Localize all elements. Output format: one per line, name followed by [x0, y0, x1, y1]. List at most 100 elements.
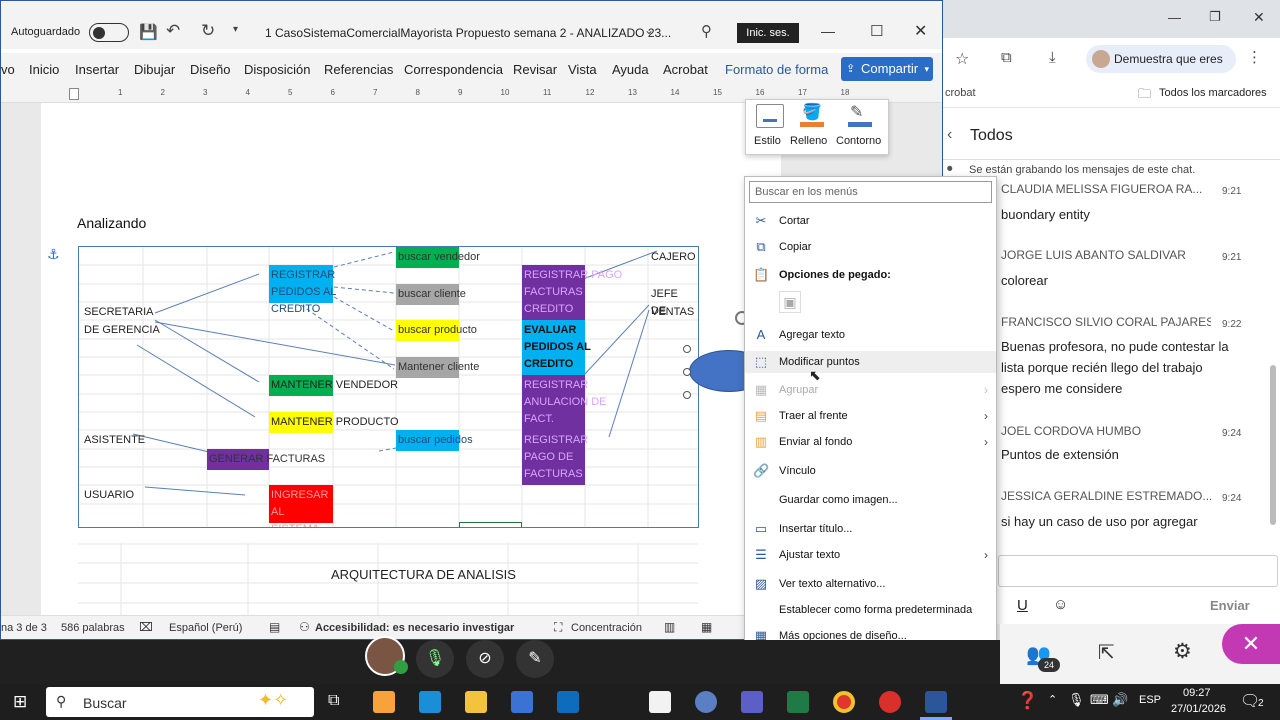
tab-archivo[interactable]: vo [1, 62, 15, 77]
style-label[interactable]: Estilo [754, 135, 781, 147]
cell-secretaria-2[interactable]: DE GERENCIA [82, 320, 162, 341]
focus-icon[interactable]: ⛶ [554, 620, 562, 635]
share-button[interactable]: ⇪ Compartir ▾ [841, 57, 933, 81]
cell-buscar-cliente[interactable]: buscar cliente [396, 284, 506, 305]
close-icon[interactable]: ✕ [1253, 9, 1265, 26]
menu-item-bring-to-front[interactable]: ▤ Traer al frente › [745, 406, 996, 426]
word-count[interactable]: 586 palabras [61, 622, 125, 634]
chat-scrollbar[interactable] [1269, 185, 1277, 530]
accessibility-icon[interactable]: ⚇ [299, 620, 310, 634]
resize-handle[interactable] [683, 368, 691, 376]
tab-vista[interactable]: Vista [568, 62, 597, 77]
style-icon[interactable] [756, 104, 784, 128]
tab-dibujar[interactable]: Dibujar [134, 62, 175, 77]
resize-handle[interactable] [683, 345, 691, 353]
cell-buscar-vendedor[interactable]: buscar vendedor [396, 247, 506, 268]
clock-date[interactable]: 27/01/2026 [1171, 703, 1226, 715]
fill-icon[interactable]: 🪣 [802, 102, 822, 122]
cell-registrar-pedidos[interactable]: REGISTRAR PEDIDOS AL CREDITO [269, 265, 379, 315]
save-icon[interactable]: 💾 [139, 23, 158, 41]
underline-icon[interactable]: U [1017, 597, 1028, 614]
menu-item-edit-points[interactable]: ⬚ Modificar puntos [745, 351, 996, 373]
annotate-icon[interactable]: ✎ [516, 640, 554, 678]
autosave-toggle[interactable] [89, 23, 129, 42]
outline-label[interactable]: Contorno [836, 135, 881, 147]
cell-jefe-2[interactable]: VENTAS [649, 302, 696, 323]
focus-mode-label[interactable]: Concentración [571, 622, 642, 634]
menu-item-insert-caption[interactable]: ▭ Insertar título... [745, 519, 996, 539]
read-mode-icon[interactable]: ▥ [664, 620, 675, 634]
menu-item-add-text[interactable]: A Agregar texto [745, 325, 996, 345]
menu-item-cut[interactable]: ✂ Cortar [745, 211, 996, 231]
share-icon[interactable]: ⇱ [1098, 640, 1115, 665]
tab-diseno[interactable]: Diseño [190, 62, 230, 77]
edge-icon[interactable] [419, 691, 441, 713]
tray-chevron-icon[interactable]: ⌃ [1048, 693, 1057, 706]
page-count[interactable]: na 3 de 3 [1, 622, 47, 634]
acrobat-icon[interactable] [879, 691, 901, 713]
tab-inicio[interactable]: Inicio [29, 62, 59, 77]
menu-item-wrap-text[interactable]: ☰ Ajustar texto › [745, 545, 996, 565]
teams-icon[interactable] [741, 691, 763, 713]
input-language[interactable]: ESP [1139, 694, 1161, 706]
settings-gear-icon[interactable]: ⚙ [1173, 639, 1192, 664]
volume-icon[interactable]: 🔊 [1112, 692, 1128, 708]
restore-icon[interactable]: ❐ [1209, 9, 1221, 25]
word-icon[interactable] [925, 691, 947, 713]
cell-buscar-pedidos[interactable]: buscar pedidos [396, 430, 473, 451]
tab-acrobat[interactable]: Acrobat [663, 62, 708, 77]
bookmark-acrobat[interactable]: crobat [945, 87, 976, 99]
cell-cajero[interactable]: CAJERO [649, 247, 698, 268]
task-view-icon[interactable]: ⧉ [328, 692, 339, 710]
cell-registrar-anulacion[interactable]: REGISTRAR ANULACION DE FACT. [522, 375, 637, 430]
file-explorer-icon[interactable] [465, 691, 487, 713]
minimize-icon[interactable]: — [821, 23, 835, 39]
windows-start-icon[interactable]: ⊞ [13, 692, 27, 712]
redo-icon[interactable]: ↻ [201, 21, 215, 41]
proofing-icon[interactable]: ⌧ [139, 620, 153, 634]
maximize-icon[interactable]: ☐ [870, 22, 883, 40]
menu-item-save-as-image[interactable]: Guardar como imagen... [745, 490, 996, 510]
leave-close-icon[interactable]: ✕ [1222, 624, 1280, 664]
cell-mantener-vendedor[interactable]: MANTENER VENDEDOR [269, 375, 399, 396]
cell-mantener-producto[interactable]: MANTENER PRODUCTO [269, 412, 399, 433]
tab-formato-de-forma[interactable]: Formato de forma [725, 62, 828, 77]
search-icon[interactable]: ⚲ [701, 22, 712, 40]
cell-buscar-producto[interactable]: buscar producto [396, 320, 506, 341]
paste-picture-icon[interactable]: ▣ [779, 291, 801, 313]
microphone-icon[interactable]: 🎙 [416, 640, 454, 678]
back-chevron-icon[interactable]: ‹ [947, 126, 952, 144]
accessibility-status[interactable]: Accesibilidad: es necesario investigar [315, 622, 514, 634]
all-bookmarks[interactable]: Todos los marcadores [1159, 87, 1267, 99]
title-chevron-icon[interactable]: ⌄ [644, 23, 654, 37]
network-icon[interactable]: ⌨ [1090, 692, 1109, 708]
more-options-icon[interactable]: ⋮ [1247, 48, 1262, 66]
star-icon[interactable]: ☆ [955, 49, 969, 69]
cell-evaluar-pedidos[interactable]: EVALUAR PEDIDOS AL CREDITO [522, 320, 622, 375]
sign-in-button[interactable]: Inic. ses. [737, 23, 799, 43]
cell-mantener-cliente[interactable]: Mantener cliente [396, 357, 506, 378]
outline-icon[interactable]: ✎ [850, 102, 863, 122]
store-icon[interactable] [511, 691, 533, 713]
text-predictions-icon[interactable]: ▤ [269, 620, 280, 634]
chrome-icon[interactable] [833, 691, 855, 713]
quick-access-chevron-icon[interactable]: ▾ [233, 24, 238, 35]
close-icon[interactable]: ✕ [914, 21, 927, 41]
menu-search-input[interactable]: Buscar en los menús [749, 181, 992, 203]
verify-button[interactable]: Demuestra que eres tú [1086, 45, 1236, 94]
cell-registrar-pago-facturas[interactable]: REGISTRAR PAGO FACTURAS CREDITO [522, 265, 632, 320]
cell-usuario[interactable]: USUARIO [82, 485, 136, 506]
cell-registrar-pago[interactable]: REGISTRAR PAGO DE FACTURAS [522, 430, 622, 485]
tab-revisar[interactable]: Revisar [513, 62, 557, 77]
outlook-icon[interactable] [557, 691, 579, 713]
help-icon[interactable]: ❓ [1017, 691, 1038, 711]
notepad-icon[interactable] [649, 691, 671, 713]
clock-time[interactable]: 09:27 [1183, 687, 1211, 699]
mic-tray-icon[interactable]: 🎙 [1068, 692, 1085, 708]
indent-marker[interactable] [69, 88, 79, 100]
cell-asistente[interactable]: ASISTENTE [82, 430, 147, 451]
tab-disposicion[interactable]: Disposición [244, 62, 310, 77]
copilot-app-icon[interactable] [373, 691, 395, 713]
tab-insertar[interactable]: Insertar [75, 62, 119, 77]
cell-ingresar-sistema[interactable]: INGRESAR AL SISTEMA [269, 485, 333, 527]
